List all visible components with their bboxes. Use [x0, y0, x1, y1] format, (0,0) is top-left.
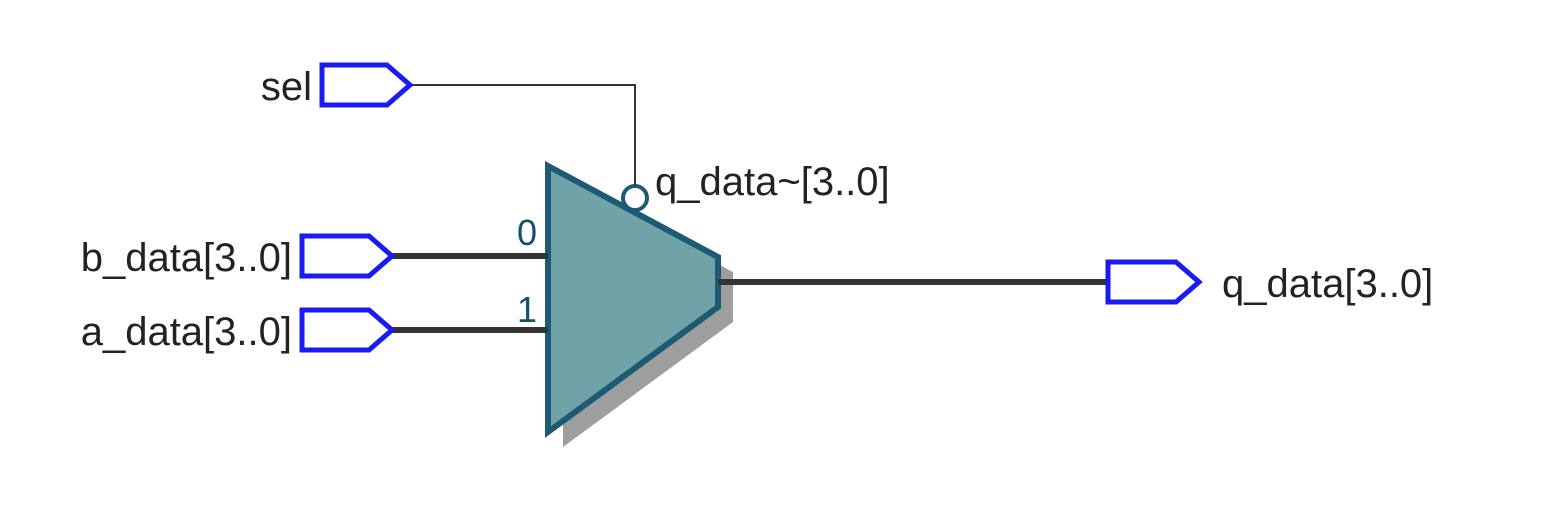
- port-a-data: a_data[3..0]: [81, 310, 392, 354]
- port-sel: sel: [261, 65, 410, 109]
- port-sel-label: sel: [261, 65, 312, 109]
- port-a-data-label: a_data[3..0]: [81, 310, 292, 354]
- mux-instance-name: q_data~[3..0]: [655, 160, 890, 204]
- mux-in0-label: 0: [517, 212, 537, 253]
- schematic-canvas: 0 1 q_data~[3..0] sel b_data[3..0] a_dat…: [0, 0, 1561, 506]
- port-b-data-label: b_data[3..0]: [81, 236, 292, 280]
- mux-sel-bubble: [623, 186, 647, 210]
- mux-in1-label: 1: [517, 289, 537, 330]
- mux-symbol: 0 1: [517, 166, 733, 447]
- port-q-data: q_data[3..0]: [1108, 262, 1433, 306]
- port-b-data: b_data[3..0]: [81, 236, 392, 280]
- wire-sel: [410, 85, 635, 186]
- port-q-data-label: q_data[3..0]: [1222, 262, 1433, 306]
